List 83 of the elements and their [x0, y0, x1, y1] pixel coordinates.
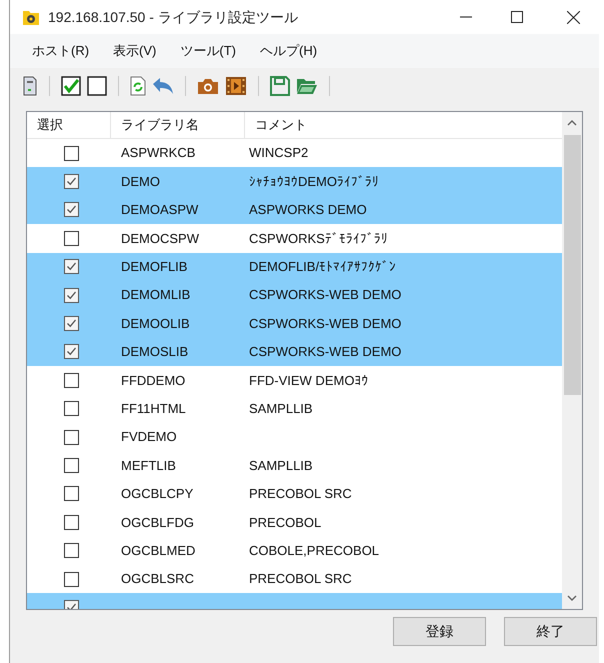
scroll-thumb[interactable]: [564, 135, 580, 395]
table-row[interactable]: DEMO ｼｬﾁｮｳﾖｳDEMOﾗｲﾌﾞﾗﾘ: [27, 167, 562, 196]
checkbox[interactable]: [64, 146, 78, 161]
checkbox[interactable]: [64, 230, 78, 246]
table-cell-text: CSPWORKSﾃﾞﾓﾗｲﾌﾞﾗﾘ: [248, 230, 388, 248]
camera-icon[interactable]: [197, 77, 219, 95]
menu-item[interactable]: ツール(T): [178, 41, 238, 61]
checkbox[interactable]: [64, 486, 78, 502]
checkbox[interactable]: [64, 572, 78, 587]
table-cell-text: FVDEMO: [120, 428, 178, 446]
column-header[interactable]: ライブラリ名: [111, 112, 245, 138]
checkmark-icon: [66, 346, 76, 358]
table-row[interactable]: DEMOMLIB CSPWORKS-WEB DEMO: [27, 280, 562, 310]
checkmark-icon: [66, 261, 76, 272]
table-cell-text: CSPWORKS-WEB DEMO: [248, 286, 402, 304]
table-cell-text: OGCBLMED: [120, 542, 196, 560]
table-row[interactable]: DEMOFLIB DEMOFLIB/ﾓﾄﾏｲｱｻﾌｸｹﾞﾝ: [27, 252, 562, 281]
table-cell-text: WINCSP2: [248, 144, 308, 162]
table-cell-text: DEMOOLIB: [120, 314, 191, 333]
dialog-button[interactable]: 登録: [393, 617, 486, 646]
menu-item[interactable]: ヘルプ(H): [258, 41, 320, 61]
folder-icon[interactable]: [296, 77, 318, 95]
table-cell-text: MEFTLIB: [120, 456, 177, 475]
refresh-document-icon[interactable]: [130, 76, 146, 96]
table-cell-text: FFDDEMO: [120, 372, 186, 390]
table-cell-text: PRECOBOL: [248, 514, 322, 532]
table-cell-text: ASPWORKS DEMO: [248, 201, 367, 220]
table-cell-text: OGCBLSRC: [120, 570, 195, 588]
table-cell-text: DEMO: [120, 172, 161, 191]
checkbox[interactable]: [64, 316, 78, 332]
dialog-button[interactable]: 終了: [504, 617, 597, 646]
table-row[interactable]: DEMOSLIB CSPWORKS-WEB DEMO: [27, 338, 562, 366]
table-row[interactable]: DEMOASPW ASPWORKS DEMO: [27, 196, 562, 224]
table-cell-text: FFD-VIEW DEMOﾖｳ: [248, 372, 368, 390]
film-icon[interactable]: [225, 76, 247, 96]
checkbox[interactable]: [64, 430, 78, 445]
table-cell-text: ｼｬﾁｮｳﾖｳDEMOﾗｲﾌﾞﾗﾘ: [248, 172, 379, 191]
column-header[interactable]: コメント: [245, 112, 562, 138]
checkbox[interactable]: [64, 174, 78, 190]
checkbox[interactable]: [64, 401, 78, 416]
checkbox[interactable]: [64, 543, 78, 558]
table-cell-text: PRECOBOL SRC: [248, 570, 352, 588]
column-header[interactable]: 選択: [27, 112, 111, 138]
checkmark-icon: [66, 318, 76, 330]
table-cell-text: DEMOFLIB/ﾓﾄﾏｲｱｻﾌｸｹﾞﾝ: [248, 258, 396, 276]
checkbox[interactable]: [64, 259, 78, 274]
checked-box-icon[interactable]: [61, 76, 81, 96]
table-cell-text: CSPWORKS-WEB DEMO: [248, 314, 402, 333]
table-cell-text: SAMPLLIB: [248, 400, 313, 418]
menu-item[interactable]: 表示(V): [111, 41, 158, 61]
table-cell-text: OGCBLFDG: [120, 514, 195, 532]
table-cell-text: DEMOMLIB: [120, 286, 192, 304]
table-cell-text: CSPWORKS-WEB DEMO: [248, 343, 402, 362]
table-row[interactable]: DEMOOLIB CSPWORKS-WEB DEMO: [27, 309, 562, 338]
table-cell-text: ASPWRKCB: [120, 144, 196, 162]
table-cell-text: PRECOBOL SRC: [248, 485, 352, 504]
undo-arrow-icon[interactable]: [152, 77, 174, 95]
table-cell-text: FF11HTML: [120, 400, 187, 418]
checkbox[interactable]: [64, 344, 78, 360]
empty-box-icon[interactable]: [87, 76, 107, 96]
scroll-down-icon[interactable]: [567, 595, 577, 601]
table-cell-text: OGCBLCPY: [120, 485, 194, 504]
menu-item[interactable]: ホスト(R): [30, 41, 92, 61]
checkbox[interactable]: [64, 458, 78, 473]
checkbox[interactable]: [64, 202, 78, 218]
app-gear-icon: [22, 8, 40, 26]
table-cell-text: DEMOCSPW: [120, 230, 200, 248]
checkbox[interactable]: [64, 288, 78, 303]
checkbox[interactable]: [64, 514, 78, 530]
table-cell-text: SAMPLLIB: [248, 456, 313, 475]
table-cell-text: DEMOASPW: [120, 201, 200, 220]
checkmark-icon: [66, 290, 76, 301]
table-cell-text: DEMOSLIB: [120, 343, 190, 362]
table-cell-text: COBOLE,PRECOBOL: [248, 542, 380, 560]
save-icon[interactable]: [270, 76, 290, 96]
checkmark-icon: [66, 176, 76, 188]
server-icon[interactable]: [22, 76, 38, 96]
window-title: 192.168.107.50 - ライブラリ設定ツール: [48, 8, 298, 26]
scrollbar[interactable]: [562, 112, 582, 609]
checkbox[interactable]: [64, 372, 78, 388]
checkmark-icon: [66, 204, 76, 216]
table-cell-text: DEMOFLIB: [120, 258, 188, 276]
scroll-up-icon[interactable]: [567, 120, 577, 126]
